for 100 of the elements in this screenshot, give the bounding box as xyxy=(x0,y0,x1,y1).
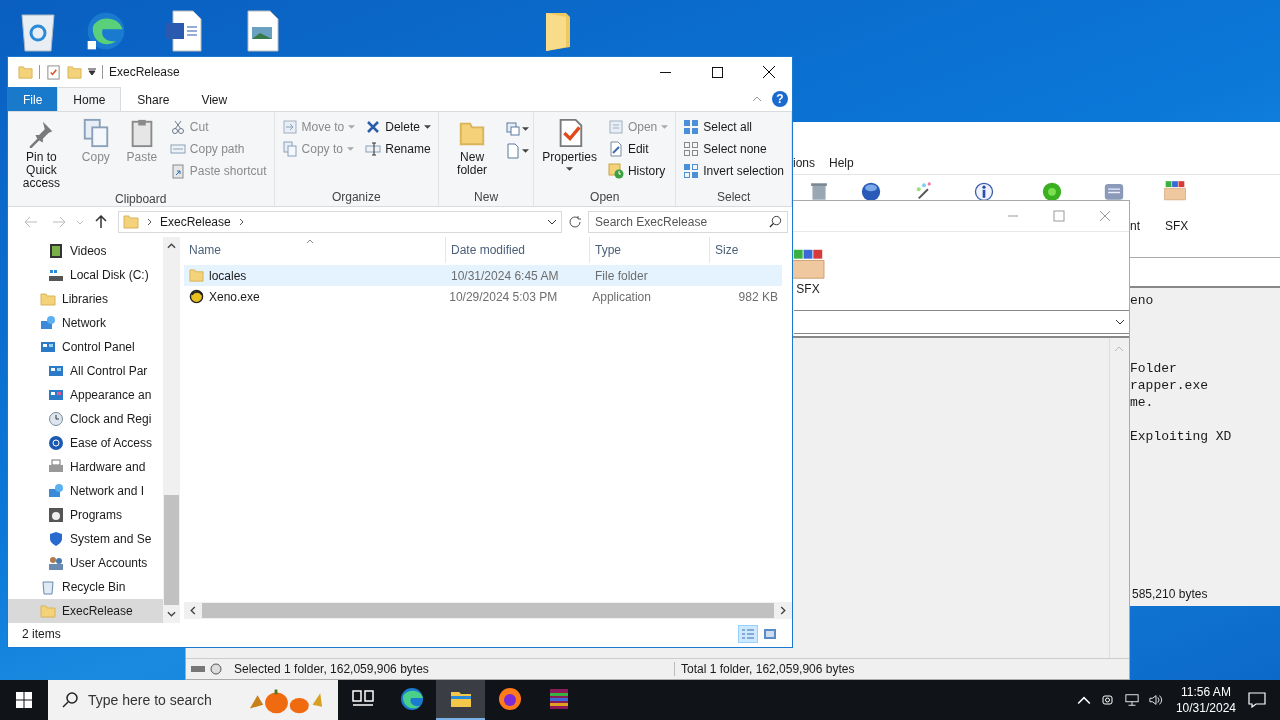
nav-item[interactable]: All Control Par xyxy=(8,359,163,383)
type-cell-text: File folder xyxy=(594,268,649,283)
ribbon-button[interactable]: Properties xyxy=(538,116,601,173)
nav-item[interactable]: Videos xyxy=(8,239,163,263)
scissors-icon xyxy=(169,119,186,135)
edit-icon xyxy=(607,141,624,157)
path-combo-box[interactable] xyxy=(794,310,1129,334)
help-button[interactable]: ? xyxy=(772,91,788,107)
ribbon-button[interactable]: History xyxy=(604,160,672,182)
invert-selection-icon xyxy=(683,163,700,179)
copy-icon xyxy=(281,141,298,157)
scroll-bar[interactable] xyxy=(163,237,180,623)
chevron-left-icon xyxy=(190,606,196,615)
scroll-bar[interactable] xyxy=(184,602,792,619)
close-icon xyxy=(763,66,775,78)
nav-item[interactable]: Network and I xyxy=(8,479,163,503)
paste-shortcut-icon xyxy=(169,163,186,179)
column-header[interactable]: Name xyxy=(184,237,446,263)
folder-icon xyxy=(18,64,33,80)
library-icon xyxy=(40,291,56,307)
close-icon[interactable] xyxy=(1099,210,1111,222)
ribbon-button[interactable]: Select all xyxy=(680,116,787,138)
toolbar-label: SFX xyxy=(1165,219,1189,233)
ribbon-button[interactable]: Pin to Quick access xyxy=(12,116,71,192)
network-icon xyxy=(48,483,64,499)
webcam-icon[interactable] xyxy=(1100,693,1115,707)
nav-item[interactable]: User Accounts xyxy=(8,551,163,575)
menu-item[interactable]: ions xyxy=(793,156,815,170)
ribbon-tab[interactable]: File xyxy=(8,87,58,111)
date-cell-text: 10/31/2024 6:45 AM xyxy=(450,268,560,283)
status-text: Selected 1 folder, 162,059,906 bytes xyxy=(226,662,675,676)
network-icon[interactable] xyxy=(1124,693,1139,707)
copy-path-icon xyxy=(169,141,186,157)
log-line: Folder xyxy=(1130,360,1178,377)
sort-caret-icon xyxy=(306,239,314,244)
edge-icon xyxy=(399,687,424,711)
ribbon-button[interactable] xyxy=(505,140,530,162)
control-panel-icon xyxy=(40,339,56,355)
nav-item[interactable]: Ease of Access xyxy=(8,431,163,455)
ribbon-button[interactable]: Delete xyxy=(362,116,434,138)
status-text: Total 1 folder, 162,059,906 bytes xyxy=(680,662,855,676)
nav-item[interactable]: Local Disk (C:) xyxy=(8,263,163,287)
nav-item[interactable]: Hardware and xyxy=(8,455,163,479)
column-header[interactable]: Size xyxy=(710,237,786,263)
search-icon xyxy=(769,215,782,228)
file-row[interactable]: Xeno.exe 10/29/2024 5:03 PM Application 982 KB xyxy=(184,286,782,307)
checklist-icon[interactable] xyxy=(46,64,61,80)
ribbon-tab[interactable]: View xyxy=(185,87,244,111)
nav-item[interactable]: Recycle Bin xyxy=(8,575,163,599)
select-none-icon xyxy=(683,141,700,157)
move-icon xyxy=(281,119,298,135)
column-header[interactable]: Type xyxy=(590,237,710,263)
group-label: Select xyxy=(715,190,752,206)
speaker-icon[interactable] xyxy=(1148,693,1163,707)
users-icon xyxy=(48,555,64,571)
ribbon-tab[interactable]: Share xyxy=(121,87,186,111)
nav-item[interactable]: Clock and Regi xyxy=(8,407,163,431)
ribbon-button[interactable]: Select none xyxy=(680,138,787,160)
chevron-right-icon xyxy=(147,218,152,226)
toolbar-button[interactable]: SFX xyxy=(790,248,826,296)
word-document-icon[interactable] xyxy=(165,8,205,54)
taskbar-search-field[interactable]: Type here to search xyxy=(48,680,338,720)
notification-icon[interactable] xyxy=(1248,692,1266,708)
shield-icon xyxy=(48,531,64,547)
ribbon-button[interactable]: Rename xyxy=(362,138,434,160)
taskbar-button[interactable] xyxy=(436,680,485,720)
menu-item[interactable]: Help xyxy=(829,156,854,170)
nav-item[interactable]: Network xyxy=(8,311,163,335)
up-arrow-icon[interactable] xyxy=(94,215,108,229)
nav-item[interactable]: Programs xyxy=(8,503,163,527)
nav-item[interactable]: Libraries xyxy=(8,287,163,311)
folder-icon xyxy=(189,268,204,283)
refresh-icon[interactable] xyxy=(568,215,582,229)
nav-item[interactable]: Control Panel xyxy=(8,335,163,359)
nav-item[interactable]: ExecRelease xyxy=(8,599,163,623)
printer-icon xyxy=(48,459,64,475)
date-cell-text: 10/29/2024 5:03 PM xyxy=(448,289,559,304)
clock-icon xyxy=(48,411,64,427)
nav-item[interactable]: Appearance an xyxy=(8,383,163,407)
log-line: eno xyxy=(1130,292,1155,309)
start-button[interactable] xyxy=(16,692,32,708)
ribbon-tab[interactable]: Home xyxy=(57,87,122,111)
ribbon-button[interactable]: New folder xyxy=(442,116,502,179)
column-header[interactable]: Date modified xyxy=(446,237,590,263)
ribbon-button[interactable]: Invert selection xyxy=(680,160,787,182)
window-title: ExecRelease xyxy=(109,65,180,79)
chevron-down-icon xyxy=(167,611,176,617)
chevron-down-icon xyxy=(547,219,557,225)
ribbon-button[interactable]: Edit xyxy=(604,138,672,160)
monitor-icon xyxy=(48,387,64,403)
caret-icon[interactable] xyxy=(88,68,96,76)
search-field[interactable]: Search ExecRelease xyxy=(588,211,788,233)
file-row[interactable]: locales 10/31/2024 6:45 AM File folder xyxy=(184,265,782,286)
maximize-icon xyxy=(711,66,723,78)
rename-icon xyxy=(365,141,382,157)
group-label: Clipboard xyxy=(114,192,168,206)
address-bar[interactable]: ExecRelease xyxy=(118,211,562,233)
nav-item[interactable]: System and Se xyxy=(8,527,163,551)
log-line: rapper.exe xyxy=(1130,377,1209,394)
clock[interactable]: 11:56 AM 10/31/2024 xyxy=(1175,684,1236,716)
